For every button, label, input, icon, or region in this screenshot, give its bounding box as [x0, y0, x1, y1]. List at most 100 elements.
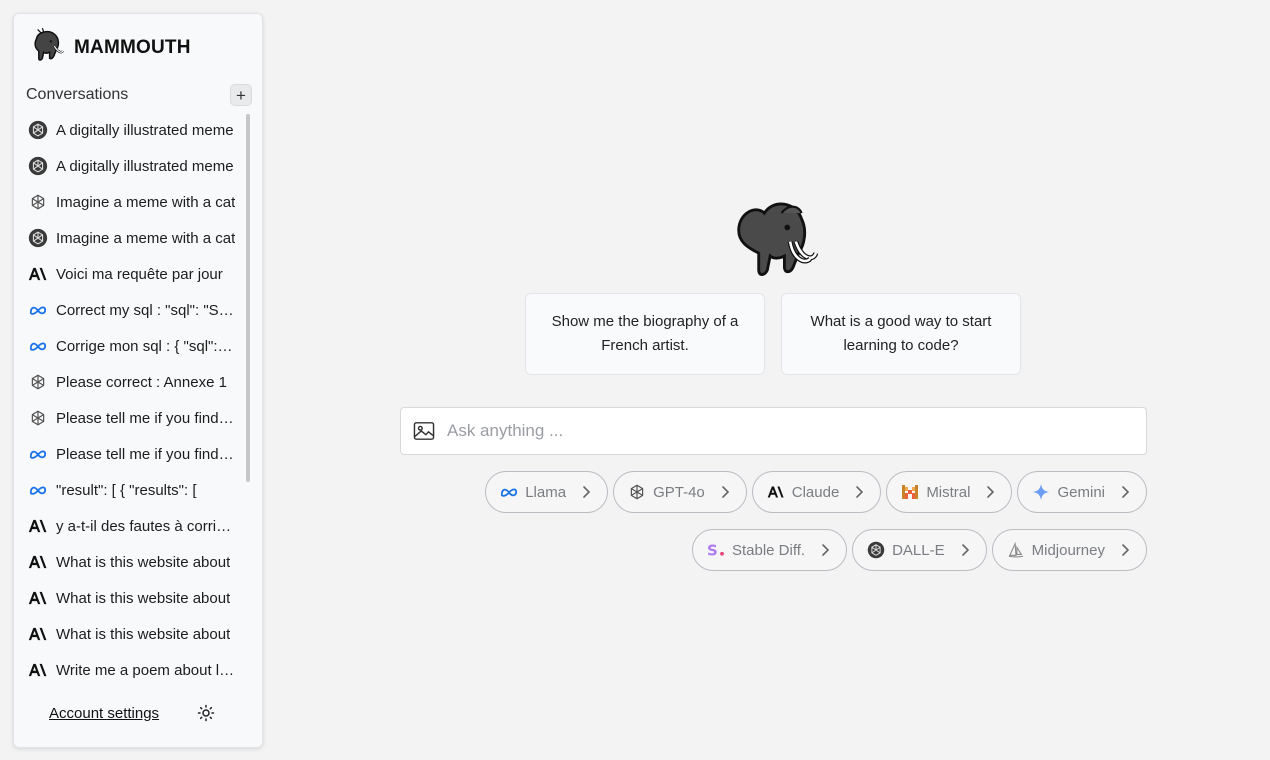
chevron-right-icon	[987, 486, 995, 498]
model-button-label: GPT-4o	[653, 483, 705, 501]
conversation-item[interactable]: y a-t-il des fautes à corriger	[28, 508, 250, 544]
svg-text:S: S	[707, 541, 718, 559]
model-button-mistral[interactable]: Mistral	[886, 471, 1013, 513]
anthropic-icon	[28, 552, 48, 572]
attach-image-button[interactable]	[401, 408, 447, 454]
model-button-label: Llama	[525, 483, 567, 501]
brand-name: MAMMOUTH	[74, 36, 191, 58]
image-models-row: S Stable Diff. DALL-E Midjourney	[691, 529, 1147, 571]
conversation-item-label: y a-t-il des fautes à corriger	[56, 517, 236, 535]
anthropic-icon	[28, 660, 48, 680]
model-button-label: Mistral	[926, 483, 971, 501]
model-button-dall-e[interactable]: DALL-E	[852, 529, 987, 571]
openai-icon	[28, 372, 48, 392]
conversations-header: Conversations +	[26, 84, 252, 106]
openai-icon	[28, 192, 48, 212]
conversation-item-label: What is this website about	[56, 553, 231, 571]
conversation-item[interactable]: Please correct : Annexe 1	[28, 364, 250, 400]
chevron-right-icon	[721, 486, 729, 498]
conversation-item[interactable]: "result": [ { "results": [	[28, 472, 250, 508]
chevron-right-icon	[1122, 486, 1130, 498]
model-button-label: Stable Diff.	[731, 541, 806, 559]
account-settings-link[interactable]: Account settings	[49, 705, 159, 722]
anthropic-icon	[28, 516, 48, 536]
conversation-item-label: Please tell me if you find errors	[56, 409, 236, 427]
ask-box	[400, 407, 1147, 455]
suggestion-card-biography[interactable]: Show me the biography of a French artist…	[525, 293, 765, 375]
model-button-claude[interactable]: Claude	[751, 471, 882, 513]
model-button-label: Gemini	[1057, 483, 1105, 501]
conversation-item-label: Imagine a meme with a cat	[56, 229, 236, 247]
conversation-item-label: Write me a poem about love	[56, 661, 236, 679]
model-button-gpt-4o[interactable]: GPT-4o	[613, 471, 747, 513]
conversation-item[interactable]: What is this website about	[28, 616, 250, 652]
model-button-stable-diff[interactable]: S Stable Diff.	[691, 529, 848, 571]
conversations-title: Conversations	[26, 86, 129, 103]
conversation-item[interactable]: Corrige mon sql : { "sql": "SELECT	[28, 328, 250, 364]
conversation-item[interactable]: Please tell me if you find errors	[28, 400, 250, 436]
openai-dark-icon	[28, 120, 48, 140]
anthropic-icon	[28, 588, 48, 608]
sidebar-scrollbar-thumb[interactable]	[246, 114, 250, 482]
gemini-icon	[1032, 483, 1050, 501]
conversation-item[interactable]: Imagine a meme with a cat	[28, 184, 250, 220]
mistral-icon	[901, 483, 919, 501]
model-button-label: Midjourney	[1031, 541, 1105, 559]
model-button-llama[interactable]: Llama	[485, 471, 609, 513]
meta-icon	[28, 444, 48, 464]
chevron-right-icon	[822, 544, 830, 556]
anthropic-icon	[28, 264, 48, 284]
midjourney-icon	[1007, 541, 1025, 559]
model-button-gemini[interactable]: Gemini	[1017, 471, 1147, 513]
conversation-item-label: Corrige mon sql : { "sql": "SELECT	[56, 337, 236, 355]
suggestion-card-learn-code[interactable]: What is a good way to start learning to …	[781, 293, 1021, 375]
theme-toggle-button[interactable]	[195, 702, 217, 724]
sidebar-footer: Account settings	[49, 702, 217, 724]
openai-icon	[628, 483, 646, 501]
conversation-item-label: What is this website about	[56, 625, 231, 643]
conversation-item[interactable]: What is this website about	[28, 544, 250, 580]
anthropic-icon	[767, 483, 785, 501]
openai-dark-icon	[28, 228, 48, 248]
openai-dark-icon	[28, 156, 48, 176]
image-icon	[413, 422, 435, 440]
sun-icon	[197, 704, 215, 722]
conversation-item[interactable]: Imagine a meme with a cat	[28, 220, 250, 256]
brand[interactable]: MAMMOUTH	[28, 28, 191, 67]
ask-input[interactable]	[447, 409, 1146, 453]
conversation-item-label: "result": [ { "results": [	[56, 481, 197, 499]
conversation-item[interactable]: A digitally illustrated meme	[28, 112, 250, 148]
conversation-item-label: A digitally illustrated meme	[56, 121, 234, 139]
chevron-right-icon	[1122, 544, 1130, 556]
model-button-label: DALL-E	[892, 541, 945, 559]
conversation-item[interactable]: Write me a poem about love	[28, 652, 250, 688]
conversation-item-label: A digitally illustrated meme	[56, 157, 234, 175]
sidebar-scrollbar[interactable]	[246, 114, 250, 688]
conversation-item-label: Voici ma requête par jour	[56, 265, 223, 283]
openai-dark-icon	[867, 541, 885, 559]
conversation-item[interactable]: Please tell me if you find errors	[28, 436, 250, 472]
conversation-item[interactable]: Correct my sql : "sql": "SELECT	[28, 292, 250, 328]
conversation-item-label: Please correct : Annexe 1	[56, 373, 227, 391]
conversation-item[interactable]: Voici ma requête par jour	[28, 256, 250, 292]
meta-icon	[28, 336, 48, 356]
conversation-item-label: Please tell me if you find errors	[56, 445, 236, 463]
model-button-midjourney[interactable]: Midjourney	[991, 529, 1147, 571]
model-button-label: Claude	[791, 483, 840, 501]
meta-icon	[500, 483, 518, 501]
mammoth-logo-icon	[28, 28, 64, 67]
chevron-right-icon	[583, 486, 591, 498]
chevron-right-icon	[856, 486, 864, 498]
chevron-right-icon	[961, 544, 969, 556]
new-conversation-button[interactable]: +	[230, 84, 252, 106]
conversation-item-label: What is this website about	[56, 589, 231, 607]
sidebar: MAMMOUTH Conversations + A digitally ill…	[13, 13, 263, 748]
conversation-item[interactable]: A digitally illustrated meme	[28, 148, 250, 184]
hero-mammoth-logo-icon	[727, 196, 819, 281]
conversation-item-label: Imagine a meme with a cat	[56, 193, 236, 211]
suggestion-cards: Show me the biography of a French artist…	[525, 293, 1021, 375]
stability-icon: S	[707, 541, 725, 559]
conversation-item[interactable]: What is this website about	[28, 580, 250, 616]
meta-icon	[28, 300, 48, 320]
meta-icon	[28, 480, 48, 500]
